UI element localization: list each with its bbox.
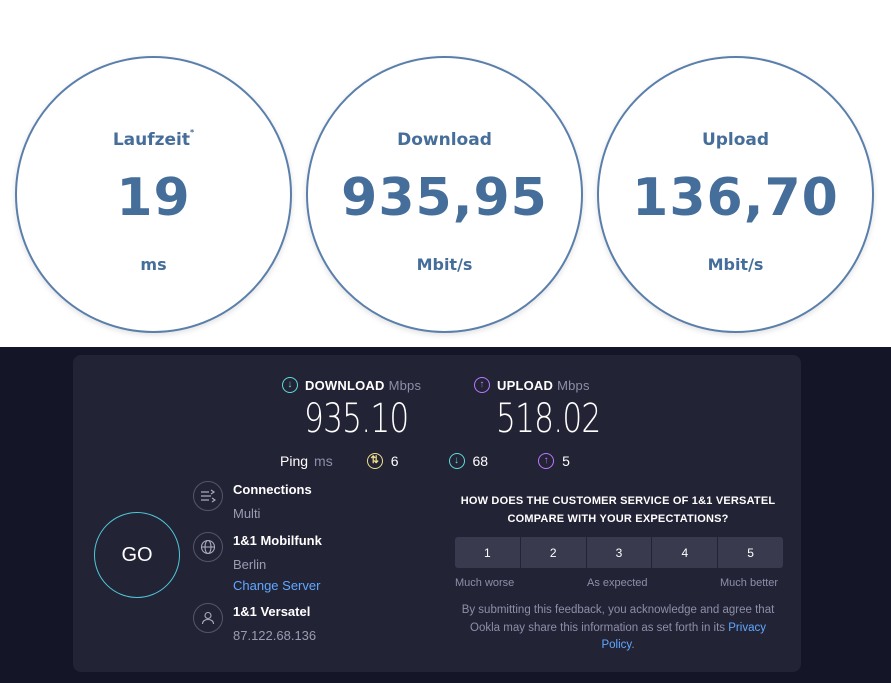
upload-unit: Mbps (557, 377, 590, 393)
ping-upload: ↑ 5 (538, 453, 570, 469)
download-circle: Download 935,95 Mbit/s (306, 56, 583, 333)
ping-download: ↓ 68 (448, 453, 489, 469)
ping-label: Ping (280, 453, 309, 469)
download-label: DOWNLOAD (305, 377, 385, 393)
survey-question: HOW DOES THE CUSTOMER SERVICE OF 1&1 VER… (460, 495, 776, 525)
rating-option-1[interactable]: 1 (455, 537, 521, 568)
user-icon (193, 603, 223, 633)
latency-label: Laufzeit (112, 130, 190, 150)
rating-scale: 1 2 3 4 5 (455, 537, 783, 568)
ping-download-value: 68 (472, 453, 489, 469)
latency-value: 19 (116, 168, 191, 228)
upload-circle-value: 136,70 (632, 168, 839, 228)
provider-name: 1&1 Versatel (233, 604, 311, 619)
ping-idle: ⇅ 6 (366, 453, 399, 469)
rating-option-5[interactable]: 5 (718, 537, 783, 568)
feedback-disclaimer: By submitting this feedback, you acknowl… (453, 602, 783, 655)
upload-value: 518.02 (496, 396, 601, 442)
download-header: ↓ DOWNLOAD Mbps (282, 377, 421, 393)
provider-ip: 87.122.68.136 (233, 628, 317, 643)
download-latency-icon: ↓ (448, 453, 465, 469)
latency-circle: Laufzeit* 19 ms (15, 56, 292, 333)
upload-circle: Upload 136,70 Mbit/s (597, 56, 874, 333)
download-unit: Mbps (388, 377, 422, 393)
latency-footnote-marker: * (190, 128, 195, 137)
download-circle-value: 935,95 (341, 168, 548, 228)
ping-unit: ms (314, 453, 333, 469)
ping-idle-value: 6 (390, 453, 399, 469)
rating-option-4[interactable]: 4 (652, 537, 719, 568)
provider-info: 1&1 Versatel 87.122.68.136 (193, 603, 316, 643)
scale-low-label: Much worse (455, 577, 515, 589)
server-name: 1&1 Mobilfunk (233, 533, 322, 548)
result-summary: Laufzeit* 19 ms Download 935,95 Mbit/s U… (0, 0, 891, 347)
connections-value: Multi (233, 506, 261, 521)
download-circle-unit: Mbit/s (416, 255, 473, 274)
upload-label: UPLOAD (497, 377, 554, 393)
upload-circle-label: Upload (701, 130, 770, 150)
speedtest-section: ↓ DOWNLOAD Mbps 935.10 ↑ UPLOAD Mbps 518… (0, 347, 891, 683)
globe-icon (193, 532, 223, 562)
disclaimer-period: . (631, 639, 635, 651)
idle-latency-icon: ⇅ (366, 453, 383, 469)
upload-header: ↑ UPLOAD Mbps (474, 377, 590, 393)
latency-unit: ms (140, 255, 167, 274)
server-info: 1&1 Mobilfunk Berlin Change Server (193, 532, 322, 593)
go-button[interactable]: GO (94, 512, 180, 598)
download-circle-label: Download (397, 130, 492, 150)
download-arrow-icon: ↓ (282, 377, 298, 393)
download-value: 935.10 (304, 396, 409, 442)
connections-info: Connections Multi (193, 481, 312, 521)
upload-circle-unit: Mbit/s (707, 255, 764, 274)
scale-high-label: Much better (720, 577, 779, 589)
rating-option-2[interactable]: 2 (521, 537, 587, 568)
ping-row: Ping ms ⇅ 6 ↓ 68 ↑ 5 (280, 451, 620, 471)
upload-latency-icon: ↑ (538, 453, 555, 469)
rating-option-3[interactable]: 3 (587, 537, 653, 568)
ping-upload-value: 5 (562, 453, 570, 469)
scale-mid-label: As expected (587, 577, 648, 589)
connections-icon[interactable] (193, 481, 223, 511)
connections-title: Connections (233, 482, 312, 497)
speedtest-panel: ↓ DOWNLOAD Mbps 935.10 ↑ UPLOAD Mbps 518… (73, 355, 801, 672)
change-server-link[interactable]: Change Server (233, 578, 322, 593)
upload-arrow-icon: ↑ (474, 377, 490, 393)
server-location: Berlin (233, 557, 267, 572)
